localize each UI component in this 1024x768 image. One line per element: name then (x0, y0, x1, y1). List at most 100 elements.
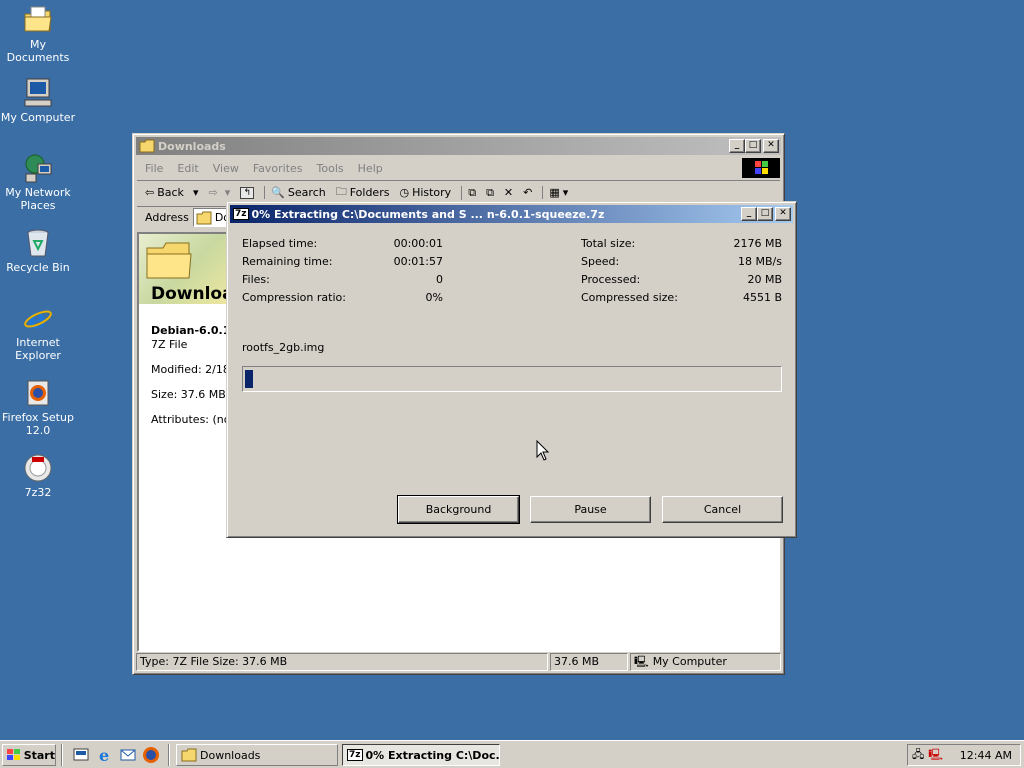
folder-icon (139, 139, 155, 153)
close-button[interactable]: ✕ (763, 139, 779, 153)
up-button[interactable]: ↰ (240, 186, 255, 199)
selected-file-size: Size: 37.6 MB (151, 388, 226, 401)
minimize-button[interactable]: _ (741, 207, 757, 221)
back-label: Back (157, 186, 184, 199)
desktop-icon-my-documents[interactable]: My Documents (0, 4, 76, 64)
status-type-size: Type: 7Z File Size: 37.6 MB (136, 653, 548, 671)
desktop-icon-my-computer[interactable]: My Computer (0, 77, 76, 124)
task-label: 0% Extracting C:\Doc... (365, 748, 500, 762)
forward-dropdown-icon[interactable]: ▾ (225, 186, 231, 199)
explorer-title: Downloads (158, 139, 226, 153)
start-label: Start (23, 748, 55, 762)
pause-button[interactable]: Pause (530, 496, 651, 523)
minimize-button[interactable]: _ (729, 139, 745, 153)
clock[interactable]: 12:44 AM (960, 749, 1012, 762)
desktop-icon-label: Internet Explorer (15, 336, 61, 362)
close-button[interactable]: ✕ (775, 207, 791, 221)
mouse-cursor-icon (536, 440, 550, 461)
remaining-time-value: 00:01:57 (393, 255, 443, 268)
views-button[interactable]: ▦ ▾ (542, 186, 568, 199)
forward-arrow-icon: ⇨ (208, 186, 218, 199)
maximize-button[interactable]: □ (745, 139, 761, 153)
desktop-icon-label: Firefox Setup 12.0 (2, 411, 74, 437)
taskbar-separator (168, 744, 170, 766)
start-button[interactable]: Start (2, 744, 56, 766)
system-tray: 🖧 🖳 12:44 AM (907, 744, 1021, 766)
menu-file[interactable]: File (145, 162, 163, 175)
status-bar: Type: 7Z File Size: 37.6 MB 37.6 MB 🖳 My… (136, 653, 781, 671)
address-label: Address (145, 211, 189, 224)
desktop-icon-my-network-places[interactable]: My Network Places (0, 152, 76, 212)
desktop-icon-internet-explorer[interactable]: e Internet Explorer (0, 302, 76, 362)
progress-fill (245, 370, 253, 388)
status-zone-label: My Computer (652, 655, 727, 668)
status-zone: 🖳 My Computer (630, 653, 781, 671)
total-size-label: Total size: (581, 237, 636, 250)
network-icon (22, 152, 54, 184)
desktop-icon-7z32[interactable]: 7z32 (0, 452, 76, 499)
menu-favorites[interactable]: Favorites (253, 162, 303, 175)
folder-documents-icon (22, 4, 54, 36)
folders-label: Folders (349, 186, 390, 199)
elapsed-time-label: Elapsed time: (242, 237, 318, 250)
undo-icon: ↶ (523, 186, 533, 199)
explorer-titlebar[interactable]: Downloads _ □ ✕ (136, 137, 781, 155)
computer-icon (22, 77, 54, 109)
history-button[interactable]: ◷ History (399, 186, 451, 199)
ie-icon: e (22, 302, 54, 335)
compression-ratio-label: Compression ratio: (242, 291, 346, 304)
task-extracting[interactable]: 7z 0% Extracting C:\Doc... (342, 744, 500, 766)
folder-icon (196, 211, 212, 224)
dialog-titlebar[interactable]: 7z 0% Extracting C:\Documents and S ... … (230, 205, 793, 223)
search-icon: 🔍 (271, 186, 285, 199)
views-icon: ▦ (549, 186, 560, 199)
menu-help[interactable]: Help (358, 162, 383, 175)
copy-to-button[interactable]: ⧉ (486, 186, 494, 200)
task-downloads[interactable]: Downloads (176, 744, 338, 766)
desktop-icon-label: 7z32 (24, 486, 52, 499)
menu-bar: File Edit View Favorites Tools Help (137, 158, 740, 178)
menu-tools[interactable]: Tools (317, 162, 344, 175)
menu-view[interactable]: View (213, 162, 239, 175)
ie-icon[interactable]: e (96, 746, 114, 765)
folders-button[interactable]: 🗀 Folders (336, 183, 390, 202)
undo-button[interactable]: ↶ (523, 186, 532, 199)
desktop-icon-firefox-setup[interactable]: Firefox Setup 12.0 (0, 377, 76, 437)
svg-text:e: e (99, 746, 109, 764)
files-label: Files: (242, 273, 270, 286)
processed-value: 20 MB (747, 273, 782, 286)
network-tray-icon[interactable]: 🖧 (912, 746, 924, 765)
selected-file-type: 7Z File (151, 338, 188, 351)
menu-edit[interactable]: Edit (177, 162, 198, 175)
desktop-icon-label: My Computer (0, 111, 76, 124)
views-dropdown-icon: ▾ (562, 186, 569, 199)
back-button[interactable]: ⇦ Back ▾ (145, 186, 198, 199)
network-disconnected-icon[interactable]: 🖳 (928, 746, 943, 765)
forward-button[interactable]: ⇨ ▾ (208, 186, 230, 199)
move-to-button[interactable]: ⧉ (461, 185, 476, 200)
maximize-button[interactable]: □ (757, 207, 773, 221)
large-folder-icon (146, 242, 192, 279)
recycle-bin-icon (22, 227, 54, 259)
firefox-icon[interactable] (142, 746, 160, 764)
back-arrow-icon: ⇦ (145, 186, 155, 199)
folder-icon (181, 748, 197, 762)
desktop-icon-recycle-bin[interactable]: Recycle Bin (0, 227, 76, 274)
background-button[interactable]: Background (397, 495, 520, 524)
history-label: History (412, 186, 452, 199)
windows-logo-icon (742, 158, 780, 178)
search-button[interactable]: 🔍 Search (264, 186, 326, 199)
delete-icon: ✕ (503, 186, 514, 199)
back-dropdown-icon[interactable]: ▾ (193, 186, 199, 199)
outlook-express-icon[interactable] (119, 746, 137, 764)
status-size: 37.6 MB (550, 653, 628, 671)
taskbar-separator (61, 744, 63, 766)
current-file-name: rootfs_2gb.img (242, 341, 325, 354)
delete-button[interactable]: ✕ (504, 186, 513, 199)
up-folder-icon: ↰ (240, 186, 255, 199)
extraction-progress-bar (242, 366, 782, 392)
desktop-icon-label: Recycle Bin (6, 261, 70, 274)
show-desktop-icon[interactable] (72, 746, 90, 764)
cancel-button[interactable]: Cancel (662, 496, 783, 523)
7zip-installer-icon (22, 452, 54, 484)
